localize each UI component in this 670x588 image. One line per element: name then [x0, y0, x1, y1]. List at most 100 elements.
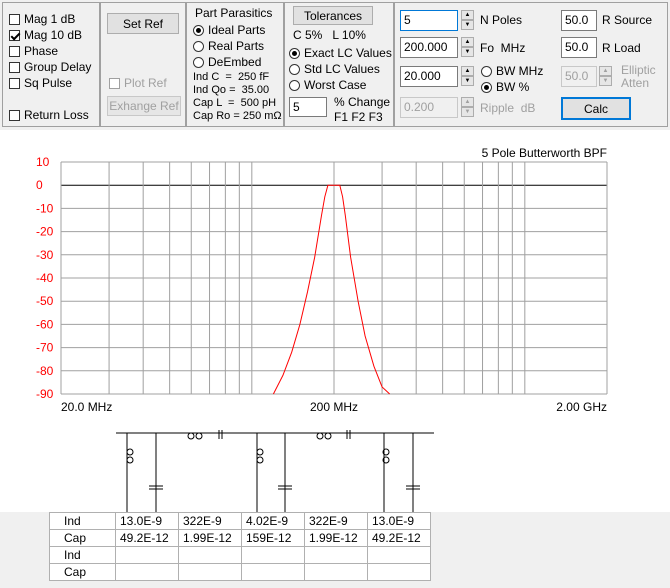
schematic-coil — [126, 456, 134, 464]
radio-button[interactable] — [289, 63, 300, 75]
checkbox-box[interactable] — [9, 45, 20, 57]
row-label: Cap — [49, 529, 116, 547]
table-cell[interactable] — [115, 546, 179, 564]
checkbox-mag-10db[interactable]: Mag 10 dB — [9, 28, 82, 42]
elliptic-spinner[interactable]: ▲ ▼ — [599, 66, 612, 86]
table-cell[interactable]: 1.99E-12 — [178, 529, 242, 547]
table-cell[interactable] — [178, 546, 242, 564]
table-cell[interactable] — [115, 563, 179, 581]
radio-bw-pct[interactable]: BW % — [481, 80, 529, 94]
fo-spinner[interactable]: ▲ ▼ — [461, 37, 474, 57]
radio-ideal-parts[interactable]: Ideal Parts — [193, 23, 265, 37]
elliptic-atten-input[interactable]: 50.0 — [561, 66, 597, 87]
plot-area: 10 0 -10 -20 -30 -40 -50 -60 -70 -80 -90 20.0 MHz 2… — [0, 130, 670, 430]
r-source-input[interactable]: 50.0 — [561, 10, 597, 31]
table-cell[interactable]: 159E-12 — [241, 529, 305, 547]
bw-spinner[interactable]: ▲ ▼ — [461, 66, 474, 86]
exchange-ref-button[interactable]: Exhange Ref — [107, 96, 181, 116]
radio-selected[interactable] — [289, 47, 300, 59]
ripple-label: Ripple dB — [480, 101, 536, 115]
table-cell[interactable] — [241, 563, 305, 581]
checkbox-plot-ref[interactable]: Plot Ref — [109, 76, 167, 90]
spin-down-icon[interactable]: ▼ — [461, 47, 474, 57]
ripple-spinner[interactable]: ▲ ▼ — [461, 97, 474, 117]
radio-selected[interactable] — [481, 81, 492, 93]
radio-button[interactable] — [289, 79, 300, 91]
parasitic-ind-qo: Ind Qo = 35.00 — [193, 84, 270, 96]
checkbox-sq-pulse[interactable]: Sq Pulse — [9, 76, 72, 90]
table-cell[interactable] — [178, 563, 242, 581]
calc-button[interactable]: Calc — [561, 97, 631, 120]
radio-worst-case[interactable]: Worst Case — [289, 78, 366, 92]
n-poles-spinner[interactable]: ▲ ▼ — [461, 10, 474, 30]
table-cell[interactable]: 1.99E-12 — [304, 529, 368, 547]
spin-up-icon[interactable]: ▲ — [461, 66, 474, 76]
checkbox-box-checked[interactable] — [9, 29, 20, 41]
ripple-input[interactable]: 0.200 — [400, 97, 458, 118]
checkbox-box[interactable] — [9, 77, 20, 89]
n-poles-input[interactable]: 5 — [400, 10, 458, 31]
checkbox-box[interactable] — [9, 109, 20, 121]
bw-input[interactable]: 20.000 — [400, 66, 458, 87]
response-trace — [272, 184, 391, 395]
schematic-coil — [256, 456, 264, 464]
spin-up-icon[interactable]: ▲ — [461, 37, 474, 47]
schematic-coil — [324, 432, 332, 440]
checkbox-box[interactable] — [9, 13, 20, 25]
y-tick-label: -90 — [36, 387, 54, 401]
x-tick-label: 2.00 GHz — [556, 400, 607, 414]
radio-exact-lc[interactable]: Exact LC Values — [289, 46, 392, 60]
atten-label: Atten — [621, 76, 650, 90]
spin-up-icon[interactable]: ▲ — [461, 10, 474, 20]
table-cell[interactable] — [367, 546, 431, 564]
spin-down-icon[interactable]: ▼ — [461, 107, 474, 117]
spin-down-icon[interactable]: ▼ — [599, 76, 612, 86]
checkbox-group-delay[interactable]: Group Delay — [9, 60, 91, 74]
table-cell[interactable]: 49.2E-12 — [367, 529, 431, 547]
table-cell[interactable] — [367, 563, 431, 581]
radio-real-parts[interactable]: Real Parts — [193, 39, 264, 53]
radio-std-lc[interactable]: Std LC Values — [289, 62, 380, 76]
x-tick-label: 20.0 MHz — [61, 400, 112, 414]
table-cell[interactable] — [241, 546, 305, 564]
table-cell[interactable]: 13.0E-9 — [115, 512, 179, 530]
checkbox-return-loss[interactable]: Return Loss — [9, 108, 89, 122]
spin-up-icon[interactable]: ▲ — [599, 66, 612, 76]
table-cell[interactable]: 49.2E-12 — [115, 529, 179, 547]
table-cell[interactable] — [304, 546, 368, 564]
table-cell[interactable]: 322E-9 — [304, 512, 368, 530]
pct-change-input[interactable]: 5 — [289, 97, 327, 117]
x-tick-labels: 20.0 MHz 200 MHz 2.00 GHz — [61, 400, 607, 414]
table-row: Ind 13.0E-9 322E-9 4.02E-9 322E-9 13.0E-… — [49, 512, 431, 530]
r-load-input[interactable]: 50.0 — [561, 37, 597, 58]
table-cell[interactable]: 13.0E-9 — [367, 512, 431, 530]
checkbox-box[interactable] — [9, 61, 20, 73]
fo-input[interactable]: 200.000 — [400, 37, 458, 58]
checkbox-phase[interactable]: Phase — [9, 44, 58, 58]
spin-up-icon[interactable]: ▲ — [461, 97, 474, 107]
checkbox-mag-1db[interactable]: Mag 1 dB — [9, 12, 75, 26]
spin-down-icon[interactable]: ▼ — [461, 20, 474, 30]
pct-change-label: % Change — [334, 95, 391, 109]
table-cell[interactable]: 4.02E-9 — [241, 512, 305, 530]
radio-selected[interactable] — [193, 24, 204, 36]
radio-bw-mhz[interactable]: BW MHz — [481, 64, 543, 78]
radio-deembed[interactable]: DeEmbed — [193, 55, 261, 69]
schematic-coil — [256, 448, 264, 456]
chart-title: 5 Pole Butterworth BPF — [482, 146, 607, 160]
tolerance-caption: C 5% L 10% — [293, 28, 366, 42]
y-tick-label: -80 — [36, 364, 54, 378]
set-ref-button[interactable]: Set Ref — [107, 13, 179, 34]
tolerances-button[interactable]: Tolerances — [293, 6, 373, 25]
radio-button[interactable] — [193, 40, 204, 52]
checkbox-box-disabled[interactable] — [109, 77, 120, 89]
schematic-coil — [126, 448, 134, 456]
spin-down-icon[interactable]: ▼ — [461, 76, 474, 86]
radio-button[interactable] — [193, 56, 204, 68]
table-cell[interactable]: 322E-9 — [178, 512, 242, 530]
y-tick-label: -20 — [36, 225, 54, 239]
x-tick-label: 200 MHz — [310, 400, 358, 414]
table-cell[interactable] — [304, 563, 368, 581]
schematic-coil — [187, 432, 195, 440]
radio-button[interactable] — [481, 65, 492, 77]
